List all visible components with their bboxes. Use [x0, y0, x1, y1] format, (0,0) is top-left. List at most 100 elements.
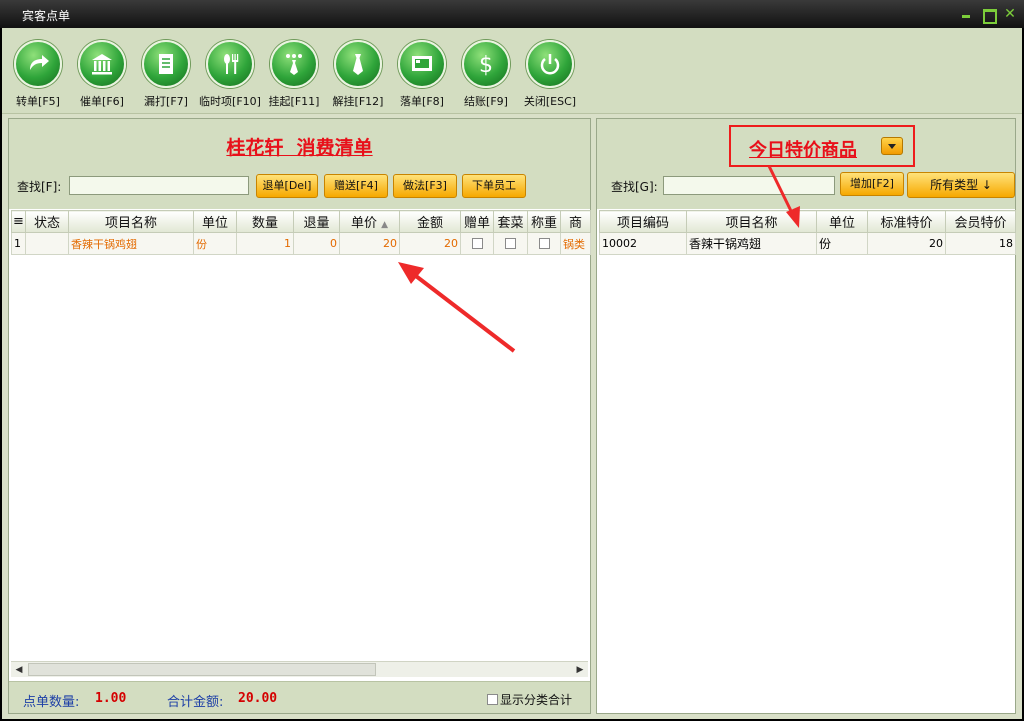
row-amount: 20	[399, 232, 461, 255]
temporary-item-button[interactable]: 临时项[F10]	[198, 40, 262, 109]
toolbar-label: 解挂[F12]	[332, 95, 384, 108]
summary-footer: 点单数量: 1.00 合计金额: 20.00 显示分类合计	[9, 681, 590, 713]
horizontal-scrollbar[interactable]: ◀ ▶	[11, 661, 588, 677]
tie-icon	[353, 54, 363, 75]
consumption-table: ≡ 状态 项目名称 单位 数量 退量 单价 ▲ 金额 赠单 套菜 称重 商 1	[11, 210, 591, 255]
row-item-code: 10002	[599, 232, 687, 255]
toolbar-label: 转单[F5]	[16, 95, 60, 108]
close-icon[interactable]: ✕	[1004, 7, 1016, 21]
sort-icon: ▲	[381, 220, 389, 230]
chevron-down-icon[interactable]	[881, 137, 903, 155]
order-staff-button[interactable]: 下单员工	[462, 174, 526, 198]
svg-text:$: $	[479, 53, 493, 78]
window-titlebar: 宾客点单 ✕	[0, 0, 1024, 28]
missed-print-button[interactable]: 漏打[F7]	[134, 40, 198, 109]
special-offers-panel: 今日特价商品 查找[G]: 增加[F2] 所有类型 ↓ 项目编码 项目名称 单位…	[596, 118, 1016, 714]
column-header[interactable]: 商	[560, 210, 591, 233]
column-header-price[interactable]: 单价 ▲	[339, 210, 400, 233]
row-item-name: 香辣干锅鸡翅	[686, 232, 817, 255]
column-header[interactable]: 单位	[193, 210, 237, 233]
urge-order-button[interactable]: 催单[F6]	[70, 40, 134, 109]
column-header[interactable]: 会员特价	[945, 210, 1016, 233]
column-header[interactable]: 项目名称	[68, 210, 194, 233]
table-row[interactable]: 1 香辣干锅鸡翅 份 1 0 20 20 锅类	[11, 232, 591, 255]
order-count-label: 点单数量:	[23, 695, 80, 710]
column-header[interactable]: 赠单	[460, 210, 494, 233]
column-header-label: 单价	[350, 216, 377, 231]
place-order-button[interactable]: 落单[F8]	[390, 40, 454, 109]
show-category-total-label: 显示分类合计	[500, 693, 573, 707]
row-item-name: 香辣干锅鸡翅	[68, 232, 194, 255]
minimize-icon[interactable]	[960, 8, 972, 20]
return-order-button[interactable]: 退单[Del]	[256, 174, 318, 198]
hold-button[interactable]: 挂起[F11]	[262, 40, 326, 109]
bank-icon	[92, 54, 112, 75]
table-row[interactable]: 10002 香辣干锅鸡翅 份 20 18	[599, 232, 1016, 255]
screen-icon	[412, 56, 432, 71]
column-header[interactable]: 项目名称	[686, 210, 817, 233]
row-status	[25, 232, 69, 255]
total-amount-label: 合计金额:	[167, 695, 224, 710]
column-header[interactable]: 称重	[527, 210, 561, 233]
set-meal-checkbox[interactable]	[505, 238, 516, 249]
column-header[interactable]: 状态	[25, 210, 69, 233]
table-header-row: ≡ 状态 项目名称 单位 数量 退量 单价 ▲ 金额 赠单 套菜 称重 商	[11, 210, 591, 233]
document-icon	[159, 54, 173, 74]
column-header[interactable]: 项目编码	[599, 210, 687, 233]
toolbar-label: 落单[F8]	[400, 95, 444, 108]
consumption-panel: 桂花轩 消费清单 查找[F]: 退单[Del] 赠送[F4] 做法[F3] 下单…	[8, 118, 591, 714]
close-button[interactable]: 关闭[ESC]	[518, 40, 582, 109]
toolbar-label: 关闭[ESC]	[523, 95, 577, 108]
maximize-icon[interactable]	[982, 8, 997, 24]
scroll-left-icon[interactable]: ◀	[11, 662, 27, 678]
checkout-button[interactable]: $ 结账[F9]	[454, 40, 518, 109]
toolbar-label: 临时项[F10]	[199, 95, 261, 108]
row-gift-cell	[460, 232, 494, 255]
toolbar-label: 漏打[F7]	[144, 95, 188, 108]
row-unit: 份	[193, 232, 237, 255]
search-label: 查找[F]:	[17, 180, 62, 194]
transfer-icon	[30, 55, 49, 70]
gift-button[interactable]: 赠送[F4]	[324, 174, 388, 198]
row-index: 1	[11, 232, 26, 255]
special-offers-table: 项目编码 项目名称 单位 标准特价 会员特价 10002 香辣干锅鸡翅 份 20…	[599, 210, 1016, 255]
show-category-total-checkbox[interactable]	[487, 694, 498, 705]
row-quantity: 1	[236, 232, 294, 255]
scroll-right-icon[interactable]: ▶	[572, 662, 588, 678]
consumption-header: 桂花轩 消费清单 查找[F]: 退单[Del] 赠送[F4] 做法[F3] 下单…	[9, 119, 590, 209]
row-unit-price: 20	[339, 232, 400, 255]
weigh-checkbox[interactable]	[538, 238, 550, 249]
special-offers-title: 今日特价商品	[749, 140, 857, 161]
search-label: 查找[G]:	[611, 180, 658, 194]
toolbar-label: 结账[F9]	[464, 95, 508, 108]
row-weigh-cell	[527, 232, 561, 255]
order-count-value: 1.00	[95, 691, 127, 706]
row-category: 锅类	[560, 232, 591, 255]
cooking-method-button[interactable]: 做法[F3]	[393, 174, 457, 198]
spoon-fork-icon	[224, 54, 239, 74]
column-header[interactable]: 套菜	[493, 210, 528, 233]
gift-checkbox[interactable]	[471, 238, 483, 249]
toolbar-label: 挂起[F11]	[268, 95, 320, 108]
add-item-button[interactable]: 增加[F2]	[840, 172, 904, 196]
all-types-dropdown[interactable]: 所有类型 ↓	[907, 172, 1015, 198]
table-header-row: 项目编码 项目名称 单位 标准特价 会员特价	[599, 210, 1016, 233]
column-header[interactable]: 单位	[816, 210, 868, 233]
consumption-search-input[interactable]	[69, 176, 249, 195]
row-member-price: 18	[945, 232, 1016, 255]
scroll-thumb[interactable]	[28, 663, 376, 676]
column-header[interactable]: 数量	[236, 210, 294, 233]
row-set-cell	[493, 232, 528, 255]
column-header[interactable]: ≡	[11, 210, 26, 233]
transfer-order-button[interactable]: 转单[F5]	[6, 40, 70, 109]
show-category-total-toggle[interactable]: 显示分类合计	[487, 691, 572, 708]
column-header[interactable]: 标准特价	[867, 210, 946, 233]
consumption-title: 桂花轩 消费清单	[226, 137, 373, 159]
special-search-input[interactable]	[663, 176, 835, 195]
unhold-button[interactable]: 解挂[F12]	[326, 40, 390, 109]
row-standard-price: 20	[867, 232, 946, 255]
special-offers-header: 今日特价商品 查找[G]: 增加[F2] 所有类型 ↓	[597, 119, 1015, 209]
column-header[interactable]: 退量	[293, 210, 340, 233]
column-header[interactable]: 金额	[399, 210, 461, 233]
toolbar: 转单[F5] 催单[F6] 漏打[F7] 临时项[F10] 挂起[F11] 解挂…	[2, 28, 1022, 114]
